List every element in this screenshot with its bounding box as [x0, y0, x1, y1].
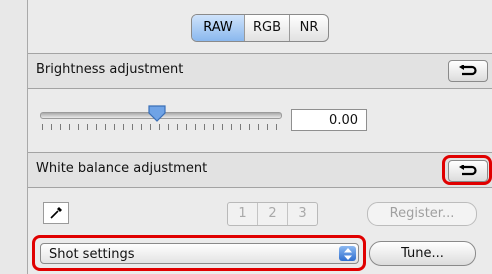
preset-button-1[interactable]: 1 [228, 203, 258, 225]
reset-icon [459, 65, 477, 76]
white-balance-title: White balance adjustment [36, 161, 208, 176]
click-white-balance-button[interactable] [43, 202, 69, 224]
brightness-reset-button[interactable] [448, 60, 488, 82]
preset-button-3[interactable]: 3 [288, 203, 317, 225]
preset-button-group: 1 2 3 [227, 202, 318, 226]
tune-button[interactable]: Tune... [369, 241, 476, 266]
preset-button-2[interactable]: 2 [258, 203, 288, 225]
eyedropper-icon [50, 207, 62, 219]
highlight-reset [442, 155, 492, 185]
brightness-slider-thumb[interactable] [147, 105, 167, 123]
brightness-section-header: Brightness adjustment [28, 53, 492, 89]
brightness-value-field[interactable]: 0.00 [291, 109, 367, 131]
tab-nr[interactable]: NR [290, 15, 328, 41]
white-balance-section-header: White balance adjustment [28, 152, 492, 188]
brightness-title: Brightness adjustment [36, 62, 184, 77]
tab-rgb[interactable]: RGB [245, 15, 290, 41]
register-button[interactable]: Register... [367, 202, 477, 226]
highlight-shot-settings [32, 235, 366, 271]
brightness-slider-ticks [42, 124, 278, 132]
tab-bar: RAW RGB NR [191, 14, 329, 42]
raw-adjustment-panel: RAW RGB NR Brightness adjustment 0.00 Wh… [27, 0, 492, 274]
tab-raw[interactable]: RAW [192, 15, 245, 41]
